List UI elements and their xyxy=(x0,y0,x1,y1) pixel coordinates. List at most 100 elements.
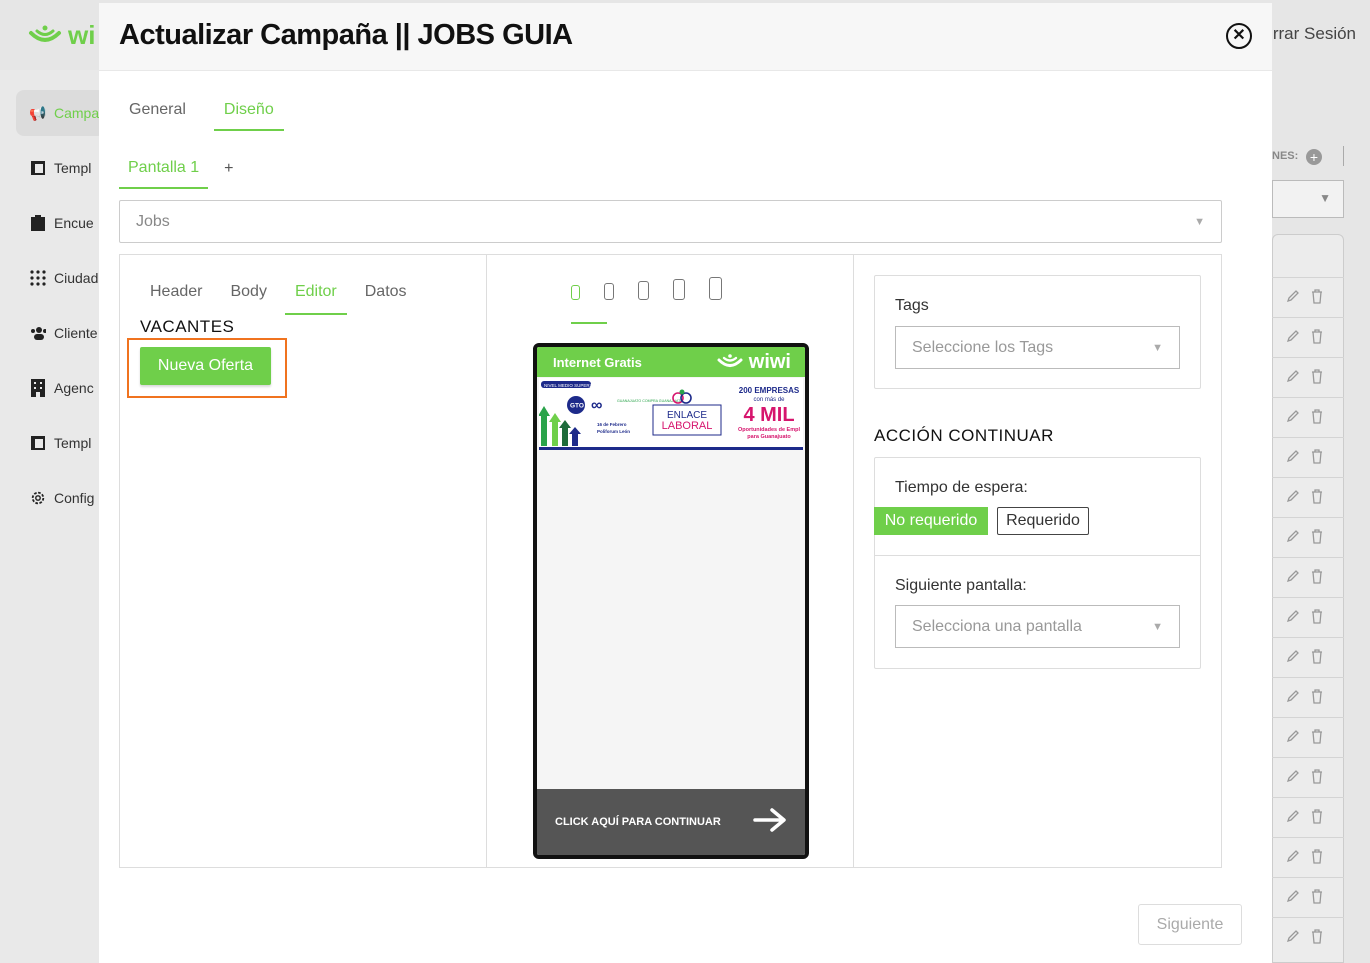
chevron-down-icon: ▼ xyxy=(1319,191,1331,205)
pencil-icon[interactable] xyxy=(1286,449,1300,466)
table-row xyxy=(1272,317,1344,357)
not-required-toggle[interactable]: No requerido xyxy=(874,507,988,535)
close-icon[interactable]: ✕ xyxy=(1226,23,1252,49)
banner-region: para Guanajuato xyxy=(747,434,791,440)
sidebar-item-label: Agenc xyxy=(54,380,94,396)
preview-panel: Internet Gratis wiwi NIVEL MEDIO SUPERIO xyxy=(487,255,854,867)
pencil-icon[interactable] xyxy=(1286,729,1300,746)
trash-icon[interactable] xyxy=(1310,488,1324,507)
next-screen-select[interactable]: Selecciona una pantalla ▼ xyxy=(895,605,1180,648)
trash-icon[interactable] xyxy=(1310,768,1324,787)
pencil-icon[interactable] xyxy=(1286,289,1300,306)
update-campaign-modal: Actualizar Campaña || JOBS GUIA ✕ Genera… xyxy=(99,3,1272,963)
pencil-icon[interactable] xyxy=(1286,489,1300,506)
banner-opportunities: Oportunidades de Empl xyxy=(738,427,801,433)
template-select[interactable]: Jobs ▼ xyxy=(119,200,1222,243)
sidebar-item-config[interactable]: Config xyxy=(16,475,106,521)
wifi-smile-icon xyxy=(717,354,743,367)
preview-logo-text: wiwi xyxy=(748,350,791,373)
trash-icon[interactable] xyxy=(1310,568,1324,587)
pencil-icon[interactable] xyxy=(1286,689,1300,706)
sidebar-item-clients[interactable]: Cliente xyxy=(16,310,106,356)
device-phone-xl-icon[interactable] xyxy=(709,277,722,300)
logout-link[interactable]: rrar Sesión xyxy=(1273,24,1356,44)
trash-icon[interactable] xyxy=(1310,528,1324,547)
chevron-down-icon: ▼ xyxy=(1152,620,1163,633)
trash-icon[interactable] xyxy=(1310,448,1324,467)
tags-card: Tags Seleccione los Tags ▼ xyxy=(874,275,1201,389)
pencil-icon[interactable] xyxy=(1286,529,1300,546)
pencil-icon[interactable] xyxy=(1286,649,1300,666)
add-screen-button[interactable]: + xyxy=(216,160,241,178)
trash-icon[interactable] xyxy=(1310,288,1324,307)
next-button[interactable]: Siguiente xyxy=(1138,904,1242,945)
sidebar-item-surveys[interactable]: Encue xyxy=(16,200,106,246)
trash-icon[interactable] xyxy=(1310,888,1324,907)
tab-body[interactable]: Body xyxy=(220,273,276,315)
tab-editor[interactable]: Editor xyxy=(284,273,347,315)
required-toggle[interactable]: Requerido xyxy=(997,507,1089,535)
divider xyxy=(1343,146,1344,166)
trash-icon[interactable] xyxy=(1310,728,1324,747)
trash-icon[interactable] xyxy=(1310,608,1324,627)
device-phone-sm-icon[interactable] xyxy=(604,283,614,300)
sidebar-item-templates-2[interactable]: Templ xyxy=(16,420,106,466)
sidebar-item-agencies[interactable]: Agenc xyxy=(16,365,106,411)
tags-select[interactable]: Seleccione los Tags ▼ xyxy=(895,326,1180,369)
trash-icon[interactable] xyxy=(1310,848,1324,867)
preview-logo: wiwi xyxy=(717,351,791,374)
sidebar-item-templates[interactable]: Templ xyxy=(16,145,106,191)
device-phone-xs-icon[interactable] xyxy=(571,285,580,300)
new-offer-button[interactable]: Nueva Oferta xyxy=(140,347,271,385)
tab-header[interactable]: Header xyxy=(140,273,212,315)
wifi-smile-icon xyxy=(29,25,61,42)
banner-center-line2: LABORAL xyxy=(662,420,713,432)
add-circle-icon[interactable]: + xyxy=(1306,149,1322,165)
pencil-icon[interactable] xyxy=(1286,409,1300,426)
editor-panel: Header Body Editor Datos VACANTES Nueva … xyxy=(120,255,487,867)
sidebar-item-campaigns[interactable]: 📢 Campa xyxy=(16,90,106,136)
trash-icon[interactable] xyxy=(1310,408,1324,427)
background-section-label: NES: xyxy=(1272,150,1299,162)
device-phone-md-icon[interactable] xyxy=(638,281,649,300)
sidebar-item-label: Ciudad xyxy=(54,270,99,286)
next-screen-label: Siguiente pantalla: xyxy=(895,577,1027,594)
table-row xyxy=(1272,597,1344,637)
tags-placeholder: Seleccione los Tags xyxy=(912,338,1054,356)
pencil-icon[interactable] xyxy=(1286,769,1300,786)
pencil-icon[interactable] xyxy=(1286,889,1300,906)
pencil-icon[interactable] xyxy=(1286,369,1300,386)
pencil-icon[interactable] xyxy=(1286,809,1300,826)
sidebar-item-label: Templ xyxy=(54,435,92,451)
guanajuato-logo: ∞ xyxy=(591,397,602,414)
template-select-value: Jobs xyxy=(136,212,170,230)
app-logo[interactable]: wi xyxy=(28,20,95,51)
preview-header-bar: Internet Gratis wiwi xyxy=(537,347,805,377)
pencil-icon[interactable] xyxy=(1286,929,1300,946)
tab-design[interactable]: Diseño xyxy=(213,91,284,131)
chevron-down-icon: ▼ xyxy=(1194,215,1205,228)
template-icon xyxy=(30,160,46,176)
pencil-icon[interactable] xyxy=(1286,329,1300,346)
trash-icon[interactable] xyxy=(1310,808,1324,827)
trash-icon[interactable] xyxy=(1310,368,1324,387)
tab-data[interactable]: Datos xyxy=(355,273,417,315)
building-icon xyxy=(30,379,46,397)
pencil-icon[interactable] xyxy=(1286,609,1300,626)
background-select[interactable]: ▼ xyxy=(1272,180,1344,218)
table-row xyxy=(1272,557,1344,597)
sidebar-item-cities[interactable]: Ciudad xyxy=(16,255,106,301)
pencil-icon[interactable] xyxy=(1286,849,1300,866)
trash-icon[interactable] xyxy=(1310,328,1324,347)
device-phone-lg-icon[interactable] xyxy=(673,279,685,300)
device-selector xyxy=(571,277,722,300)
tab-general[interactable]: General xyxy=(119,91,196,131)
tab-screen-1[interactable]: Pantalla 1 xyxy=(119,149,209,189)
trash-icon[interactable] xyxy=(1310,648,1324,667)
trash-icon[interactable] xyxy=(1310,688,1324,707)
continue-button-preview[interactable]: CLICK AQUÍ PARA CONTINUAR xyxy=(537,789,805,855)
screen-tabs: Pantalla 1 + xyxy=(119,149,242,189)
pencil-icon[interactable] xyxy=(1286,569,1300,586)
continue-text: CLICK AQUÍ PARA CONTINUAR xyxy=(555,816,721,828)
trash-icon[interactable] xyxy=(1310,928,1324,947)
